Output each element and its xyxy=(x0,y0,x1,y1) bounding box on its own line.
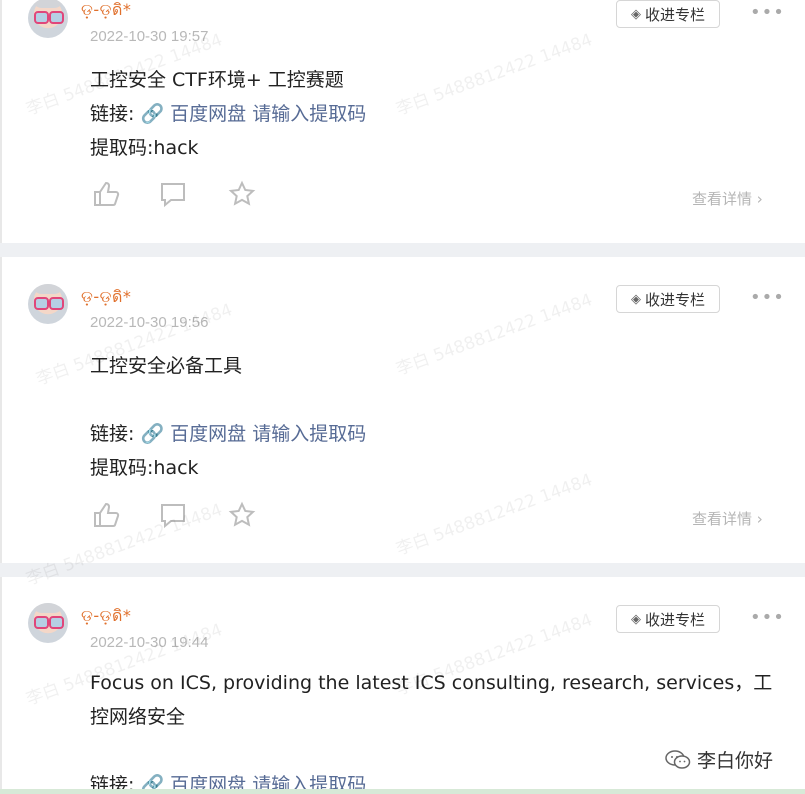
post-card-1: ଡ଼-ଡ଼ดิ* 2022-10-30 19:57 ◈ 收进专栏 ••• 工控安… xyxy=(0,0,805,243)
baidu-pan-link[interactable]: 百度网盘 请输入提取码 xyxy=(170,103,366,125)
card-border xyxy=(0,257,2,563)
post-timestamp: 2022-10-30 19:56 xyxy=(90,314,209,331)
bottom-bar xyxy=(0,789,805,794)
brand-mark: 李白你好 xyxy=(665,746,773,773)
username[interactable]: ଡ଼-ଡ଼ดิ* xyxy=(81,285,131,310)
view-details-link[interactable]: 查看详情 › xyxy=(692,508,763,529)
baidu-pan-link[interactable]: 百度网盘 请输入提取码 xyxy=(170,423,366,445)
username[interactable]: ଡ଼-ଡ଼ดิ* xyxy=(81,0,131,23)
link-prefix: 链接: xyxy=(90,103,135,125)
collect-to-column-button[interactable]: ◈ 收进专栏 xyxy=(616,285,720,313)
more-options-icon[interactable]: ••• xyxy=(750,287,785,308)
collect-label: 收进专栏 xyxy=(644,5,705,24)
chevron-right-icon: › xyxy=(756,510,763,528)
card-border xyxy=(0,0,2,243)
avatar[interactable] xyxy=(28,0,68,38)
view-details-link[interactable]: 查看详情 › xyxy=(692,188,763,209)
post-card-2: ଡ଼-ଡ଼ดิ* 2022-10-30 19:56 ◈ 收进专栏 ••• 工控安… xyxy=(0,257,805,563)
post-timestamp: 2022-10-30 19:44 xyxy=(90,634,209,651)
post-text: 工控安全 CTF环境+ 工控赛题 xyxy=(90,69,344,91)
post-timestamp: 2022-10-30 19:57 xyxy=(90,28,209,45)
star-icon[interactable] xyxy=(228,501,256,529)
link-icon: 🔗 xyxy=(140,103,165,125)
post-text: 工控安全必备工具 xyxy=(90,355,243,377)
view-details-label: 查看详情 xyxy=(692,190,753,208)
collect-label: 收进专栏 xyxy=(644,290,705,309)
more-options-icon[interactable]: ••• xyxy=(750,2,785,23)
more-options-icon[interactable]: ••• xyxy=(750,607,785,628)
like-icon[interactable] xyxy=(92,180,120,208)
star-icon[interactable] xyxy=(228,180,256,208)
link-prefix: 链接: xyxy=(90,423,135,445)
collect-to-column-button[interactable]: ◈ 收进专栏 xyxy=(616,605,720,633)
avatar[interactable] xyxy=(28,284,68,324)
layers-icon: ◈ xyxy=(630,291,641,307)
link-line: 链接: 🔗 百度网盘 请输入提取码 xyxy=(90,99,366,126)
comment-icon[interactable] xyxy=(159,180,187,208)
view-details-label: 查看详情 xyxy=(692,510,753,528)
like-icon[interactable] xyxy=(92,501,120,529)
link-line: 链接: 🔗 百度网盘 请输入提取码 xyxy=(90,419,366,446)
extract-code: 提取码:hack xyxy=(90,137,199,159)
comment-icon[interactable] xyxy=(159,501,187,529)
layers-icon: ◈ xyxy=(630,6,641,22)
username[interactable]: ଡ଼-ଡ଼ดิ* xyxy=(81,604,131,629)
layers-icon: ◈ xyxy=(630,611,641,627)
extract-code: 提取码:hack xyxy=(90,457,199,479)
post-text: Focus on ICS, providing the latest ICS c… xyxy=(90,672,773,728)
card-border xyxy=(0,577,2,794)
avatar[interactable] xyxy=(28,603,68,643)
collect-to-column-button[interactable]: ◈ 收进专栏 xyxy=(616,0,720,28)
chevron-right-icon: › xyxy=(756,190,763,208)
brand-name: 李白你好 xyxy=(697,750,774,772)
wechat-icon xyxy=(665,749,691,769)
link-icon: 🔗 xyxy=(140,423,165,445)
collect-label: 收进专栏 xyxy=(644,610,705,629)
